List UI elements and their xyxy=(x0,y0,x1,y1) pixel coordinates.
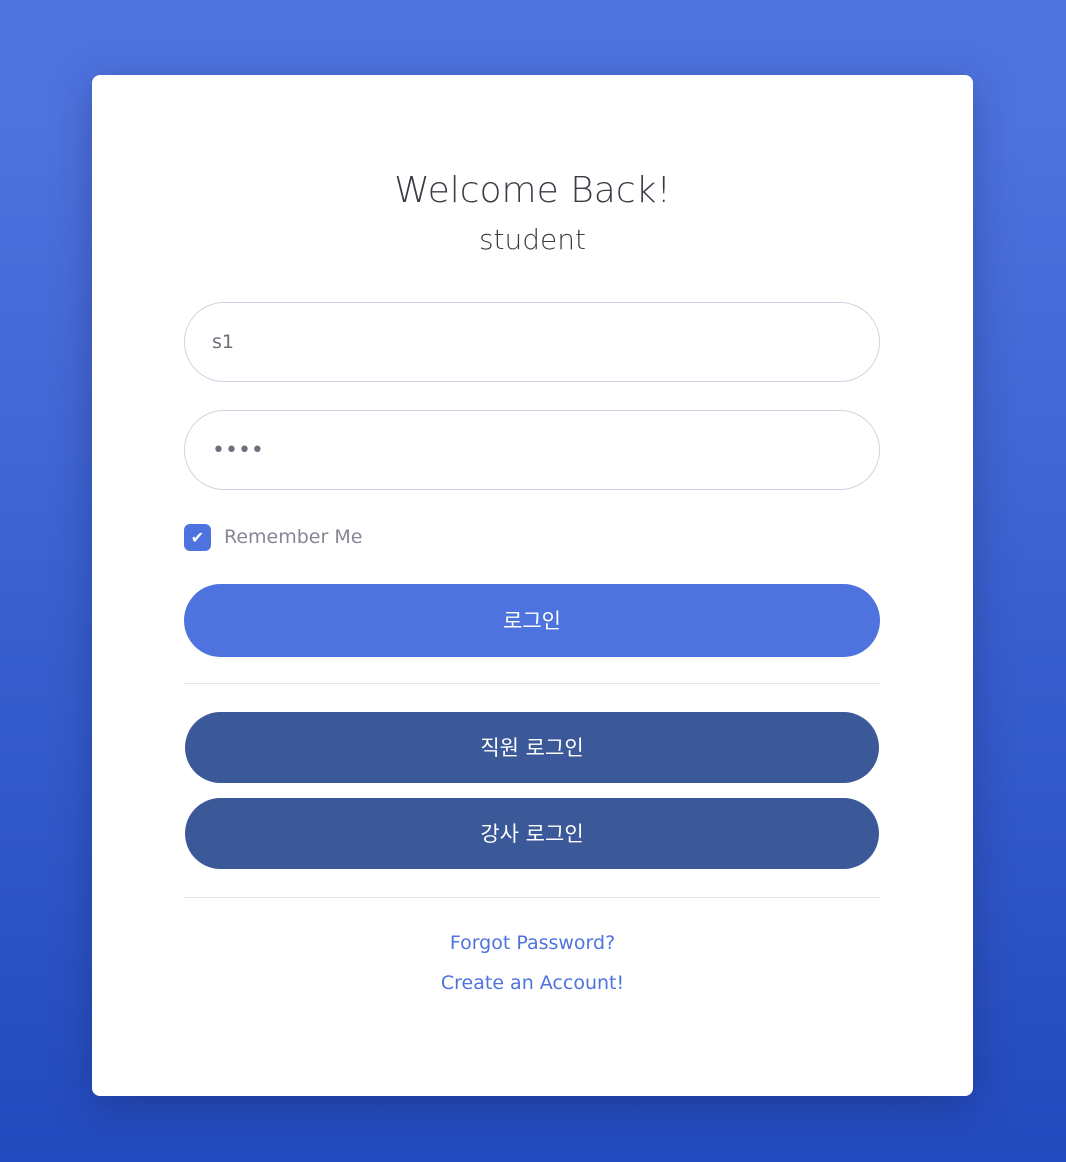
login-card: Welcome Back! student ✔ Remember Me 로그인 … xyxy=(92,75,973,1096)
check-icon: ✔ xyxy=(190,528,205,547)
login-button[interactable]: 로그인 xyxy=(184,584,880,657)
page-title: Welcome Back! xyxy=(394,170,671,211)
username-input[interactable] xyxy=(184,302,880,382)
forgot-password-link[interactable]: Forgot Password? xyxy=(92,932,973,954)
user-type-subtitle: student xyxy=(478,223,587,256)
remember-me-label[interactable]: Remember Me xyxy=(224,524,362,551)
create-account-link[interactable]: Create an Account! xyxy=(92,972,973,994)
password-input[interactable] xyxy=(184,410,880,490)
divider xyxy=(184,897,880,898)
staff-login-button[interactable]: 직원 로그인 xyxy=(185,712,879,783)
remember-me-checkbox[interactable]: ✔ xyxy=(184,524,211,551)
divider xyxy=(184,683,880,684)
instructor-login-button[interactable]: 강사 로그인 xyxy=(185,798,879,869)
